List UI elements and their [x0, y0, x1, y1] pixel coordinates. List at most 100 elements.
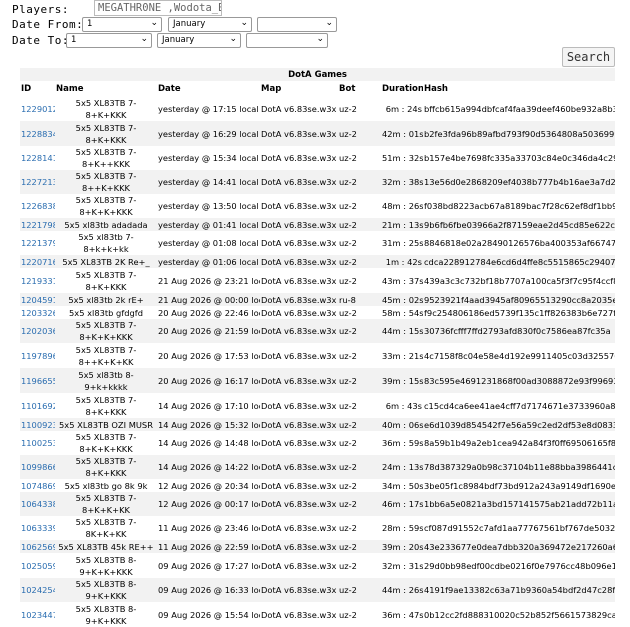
- to-day-select[interactable]: 1 ⌄: [66, 33, 152, 48]
- game-id-cell: 1203326: [20, 306, 55, 319]
- game-name-cell: 5x5 XL83TB 7-8+K+K+KKK: [55, 431, 157, 455]
- game-map-cell: DotA v6.83se.w3x: [260, 418, 338, 431]
- game-name-cell: 5x5 XL83TB 2K Re+_: [55, 255, 157, 268]
- players-input[interactable]: MEGATHR0NE ,Wodota_Bexo9: [94, 0, 222, 16]
- table-row: 1101692 5x5 XL83TB 7- 8+K+KKK 14 Aug 2026 @…: [20, 393, 616, 418]
- game-name-cell: 5x5 xl83tb gfdgfd: [55, 306, 157, 319]
- game-id-link[interactable]: 1202036: [21, 326, 55, 336]
- game-hash-cell: 9523921f4aad3945af80965513290cc8a2035e65: [423, 293, 616, 306]
- game-id-cell: 1064338: [20, 492, 55, 516]
- game-id-cell: 1228834: [20, 121, 55, 146]
- game-date-cell: 21 Aug 2026 @ 00:00 local: [157, 293, 260, 306]
- table-row: 1025059 5x5 XL83TB 8- 9+K+K+KKK 09 Aug 2026…: [20, 553, 616, 578]
- game-id-cell: 1229012: [20, 97, 55, 121]
- game-bot-cell: uz-2: [338, 431, 381, 455]
- chevron-down-icon: ⌄: [150, 18, 158, 28]
- table-row: 1063339 5x5 XL83TB 7-8K+K+KK 11 Aug 2026 @…: [20, 516, 616, 540]
- game-map-cell: DotA v6.83se.w3x: [260, 368, 338, 393]
- game-id-link[interactable]: 1197896: [21, 351, 55, 361]
- game-bot-cell: uz-2: [338, 368, 381, 393]
- date-from-row: Date From:: [12, 18, 83, 34]
- table-caption: DotA Games: [20, 68, 616, 81]
- game-name-cell: 5x5 XL83TB 7-8K+K+KK: [55, 516, 157, 540]
- game-id-link[interactable]: 1226838: [21, 201, 55, 211]
- column-header-bot: Bot: [339, 84, 356, 94]
- date-to-row: Date To:: [12, 34, 70, 50]
- game-hash-cell: 30736fcfff7ffd2793afd830f0c7586ea87fc35a: [423, 319, 616, 343]
- game-id-link[interactable]: 1228834: [21, 129, 55, 139]
- game-map-cell: DotA v6.83se.w3x: [260, 231, 338, 255]
- game-bot-cell: uz-2: [338, 540, 381, 553]
- game-hash-cell: 29d0bb98edf00cdbe0216f0e7976cc48b096e150: [423, 553, 616, 578]
- game-id-link[interactable]: 1099866: [21, 462, 55, 472]
- game-id-cell: 1221379: [20, 231, 55, 255]
- game-duration-cell: 43m : 37s: [381, 268, 423, 293]
- game-id-link[interactable]: 1023447: [21, 610, 55, 620]
- to-month-select[interactable]: January ⌄: [157, 33, 241, 48]
- game-map-cell: DotA v6.83se.w3x: [260, 319, 338, 343]
- game-map-cell: DotA v6.83se.w3x: [260, 540, 338, 553]
- game-map-cell: DotA v6.83se.w3x: [260, 431, 338, 455]
- game-id-link[interactable]: 1220716: [21, 257, 55, 267]
- game-date-cell: 14 Aug 2026 @ 14:22 local: [157, 455, 260, 479]
- game-id-link[interactable]: 1221798: [21, 220, 55, 230]
- game-id-link[interactable]: 1101692: [21, 401, 55, 411]
- game-name-cell: 5x5 XL83TB 8-9+K+KKK: [55, 578, 157, 602]
- game-bot-cell: uz-2: [338, 553, 381, 578]
- game-id-link[interactable]: 1024254: [21, 585, 55, 595]
- game-id-link[interactable]: 1204591: [21, 295, 55, 305]
- game-name-cell: 5x5 xl83tb go 8k 9k: [55, 479, 157, 492]
- from-month-select[interactable]: January ⌄: [168, 17, 252, 32]
- table-row: 1023447 5x5 XL83TB 8- 9+K+KKK 09 Aug 2026 @…: [20, 602, 616, 627]
- game-id-link[interactable]: 1221379: [21, 238, 55, 248]
- table-row: 1100923 5x5 XL83TB OZI MUSR 14 Aug 2026 @ …: [20, 418, 616, 431]
- game-bot-cell: uz-2: [338, 231, 381, 255]
- game-id-link[interactable]: 1063339: [21, 523, 55, 533]
- to-year-select[interactable]: ⌄: [246, 33, 328, 48]
- game-date-cell: yesterday @ 16:29 local: [157, 121, 260, 146]
- game-map-cell: DotA v6.83se.w3x: [260, 479, 338, 492]
- from-year-select[interactable]: ⌄: [257, 17, 337, 32]
- game-id-link[interactable]: 1074869: [21, 481, 55, 491]
- game-date-cell: 09 Aug 2026 @ 17:27 local: [157, 553, 260, 578]
- game-id-link[interactable]: 1025059: [21, 561, 55, 571]
- game-duration-cell: 39m : 20s: [381, 540, 423, 553]
- game-hash-cell: 4191f9ae13382c63a71b9360a54bdf2d47c28fd8: [423, 578, 616, 602]
- table-row: 1226838 5x5 XL83TB 7-8+K+K+KKK yesterday @…: [20, 194, 616, 218]
- table-row: 1204591 5x5 xl83tb 2k rE+ 21 Aug 2026 @ 00…: [20, 293, 616, 306]
- game-id-link[interactable]: 1219331: [21, 276, 55, 286]
- game-id-cell: 1023447: [20, 602, 55, 627]
- game-id-cell: 1024254: [20, 578, 55, 602]
- table-body: 1229012 5x5 XL83TB 7-8+K+KKK yesterday @ 1…: [20, 97, 616, 627]
- game-id-link[interactable]: 1229012: [21, 104, 55, 114]
- game-id-link[interactable]: 1203326: [21, 308, 55, 318]
- game-id-link[interactable]: 1064338: [21, 499, 55, 509]
- game-date-cell: yesterday @ 01:06 local: [157, 255, 260, 268]
- game-bot-cell: uz-2: [338, 268, 381, 293]
- from-day-select[interactable]: 1 ⌄: [82, 17, 162, 32]
- game-name-cell: 5x5 XL83TB 8-9+K+KKK: [55, 602, 157, 627]
- game-hash-cell: b2fe3fda96b89afbd793f90d5364808a50369991: [423, 121, 616, 146]
- game-id-link[interactable]: 1227213: [21, 177, 55, 187]
- game-id-link[interactable]: 1100253: [21, 438, 55, 448]
- game-id-cell: 1025059: [20, 553, 55, 578]
- game-hash-cell: 78d387329a0b98c37104b11e88bba3986441c4f6: [423, 455, 616, 479]
- game-bot-cell: uz-2: [338, 121, 381, 146]
- game-id-link[interactable]: 1196655: [21, 376, 55, 386]
- table-row: 1099866 5x5 XL83TB 7-8+K+KKK 14 Aug 2026 @…: [20, 455, 616, 479]
- game-duration-cell: 24m : 13s: [381, 455, 423, 479]
- game-id-link[interactable]: 1062569: [21, 542, 55, 552]
- game-duration-cell: 36m : 47s: [381, 602, 423, 627]
- from-day-value: 1: [87, 19, 93, 29]
- games-table: DotA Games ID Name Date Map Bot Duration Hash …: [20, 68, 616, 627]
- search-button[interactable]: Search: [562, 47, 615, 67]
- game-date-cell: yesterday @ 14:41 local: [157, 170, 260, 194]
- table-row: 1219331 5x5 XL83TB 7- 8+K+KKK 21 Aug 2026 @…: [20, 268, 616, 293]
- game-id-link[interactable]: 1100923: [21, 420, 55, 430]
- players-label: Players:: [12, 3, 69, 16]
- game-id-cell: 1202036: [20, 319, 55, 343]
- table-row: 1074869 5x5 xl83tb go 8k 9k 12 Aug 2026 @ …: [20, 479, 616, 492]
- game-id-cell: 1101692: [20, 393, 55, 418]
- game-map-cell: DotA v6.83se.w3x: [260, 293, 338, 306]
- game-id-link[interactable]: 1228141: [21, 153, 55, 163]
